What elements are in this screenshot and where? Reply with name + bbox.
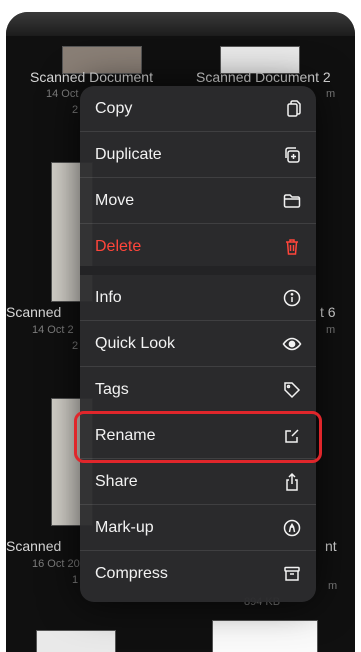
menu-item-label: Mark-up — [95, 518, 154, 536]
share-icon — [282, 472, 302, 492]
menu-item-move[interactable]: Move — [80, 178, 316, 224]
menu-group-more-actions: Info Quick Look Tags Rename Share Mark-u… — [80, 275, 316, 596]
copy-icon — [282, 99, 302, 119]
archive-icon — [282, 564, 302, 584]
menu-item-label: Quick Look — [95, 334, 176, 352]
document-date: m — [328, 580, 338, 592]
duplicate-icon — [282, 145, 302, 165]
menu-item-copy[interactable]: Copy — [80, 86, 316, 132]
menu-item-delete[interactable]: Delete — [80, 224, 316, 269]
menu-item-info[interactable]: Info — [80, 275, 316, 321]
context-menu: Copy Duplicate Move Delete Info Quick Lo… — [80, 86, 316, 602]
folder-icon — [282, 191, 302, 211]
document-date: m — [326, 324, 336, 336]
document-date: m — [326, 88, 336, 100]
menu-item-label: Copy — [95, 99, 133, 117]
tag-icon — [282, 380, 302, 400]
document-date: 14 Oct — [46, 88, 79, 100]
menu-item-label: Tags — [95, 380, 129, 398]
menu-item-label: Rename — [95, 426, 156, 444]
top-bar — [6, 12, 355, 36]
menu-item-compress[interactable]: Compress — [80, 551, 316, 596]
document-title[interactable]: t 6 — [320, 304, 336, 320]
menu-item-mark-up[interactable]: Mark-up — [80, 505, 316, 551]
menu-item-tags[interactable]: Tags — [80, 367, 316, 413]
menu-group-file-actions: Copy Duplicate Move Delete — [80, 86, 316, 269]
document-size: 1 — [72, 574, 79, 586]
document-thumbnail[interactable] — [36, 630, 116, 652]
document-title[interactable]: nt — [325, 538, 337, 554]
menu-item-label: Share — [95, 472, 138, 490]
document-title[interactable]: Scanned Document — [30, 69, 153, 85]
document-title[interactable]: Scanned Document 2 — [196, 69, 331, 85]
markup-icon — [282, 518, 302, 538]
menu-item-rename[interactable]: Rename — [80, 413, 316, 459]
menu-item-label: Delete — [95, 237, 142, 255]
menu-item-quick-look[interactable]: Quick Look — [80, 321, 316, 367]
document-title[interactable]: Scanned — [6, 304, 61, 320]
menu-item-label: Compress — [95, 564, 168, 582]
document-size: 2 — [72, 340, 79, 352]
trash-icon — [282, 237, 302, 257]
document-thumbnail[interactable] — [212, 620, 318, 652]
menu-separator — [80, 266, 316, 275]
menu-item-share[interactable]: Share — [80, 459, 316, 505]
document-date: 14 Oct 2 — [32, 324, 74, 336]
menu-item-label: Info — [95, 288, 122, 306]
menu-item-label: Move — [95, 191, 135, 209]
info-icon — [282, 288, 302, 308]
document-size: 2 — [72, 104, 79, 116]
eye-icon — [282, 334, 302, 354]
edit-icon — [282, 426, 302, 446]
menu-item-label: Duplicate — [95, 145, 162, 163]
menu-item-duplicate[interactable]: Duplicate — [80, 132, 316, 178]
document-date: 16 Oct 20 — [32, 558, 80, 570]
document-title[interactable]: Scanned — [6, 538, 61, 554]
